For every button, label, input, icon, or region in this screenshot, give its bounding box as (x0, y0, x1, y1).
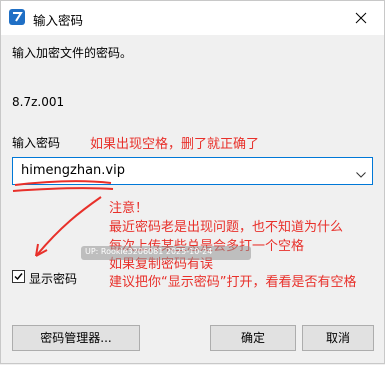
7zip-app-icon (9, 9, 25, 25)
video-watermark: UP: Rookie3206081 2025-10-24 (81, 246, 251, 260)
password-label: 输入密码 (12, 136, 61, 150)
password-field[interactable]: himengzhan.vip (12, 157, 373, 185)
check-icon (14, 273, 23, 281)
title-bar: 输入密码 (1, 1, 384, 35)
archive-name: 8.7z.001 (12, 95, 65, 109)
window-title: 输入密码 (33, 13, 84, 28)
show-password-checkbox[interactable] (12, 270, 25, 283)
annotation-remove-space: 如果出现空格，删了就正确了 (90, 137, 260, 152)
password-manager-button[interactable]: 密码管理器... (12, 325, 140, 351)
annotation-line-4: 建议把你“显示密码”打开，看看是否有空格 (109, 275, 357, 290)
password-value: himengzhan.vip (21, 163, 125, 178)
ok-button[interactable]: 确定 (210, 325, 296, 351)
cancel-button[interactable]: 取消 (302, 325, 374, 351)
annotation-attention: 注意！ (109, 201, 149, 216)
annotation-line-1: 最近密码老是出现问题，也不知道为什么 (109, 220, 344, 235)
close-icon (355, 12, 367, 24)
password-dialog: 输入密码 输入加密文件的密码。 8.7z.001 输入密码 如果出现空格，删了就… (0, 0, 385, 364)
watermark-text: UP: Rookie3206081 2025-10-24 (85, 247, 213, 256)
chevron-down-icon[interactable] (356, 167, 366, 181)
show-password-label[interactable]: 显示密码 (29, 270, 77, 287)
prompt-text: 输入加密文件的密码。 (12, 46, 133, 60)
close-button[interactable] (338, 1, 384, 35)
